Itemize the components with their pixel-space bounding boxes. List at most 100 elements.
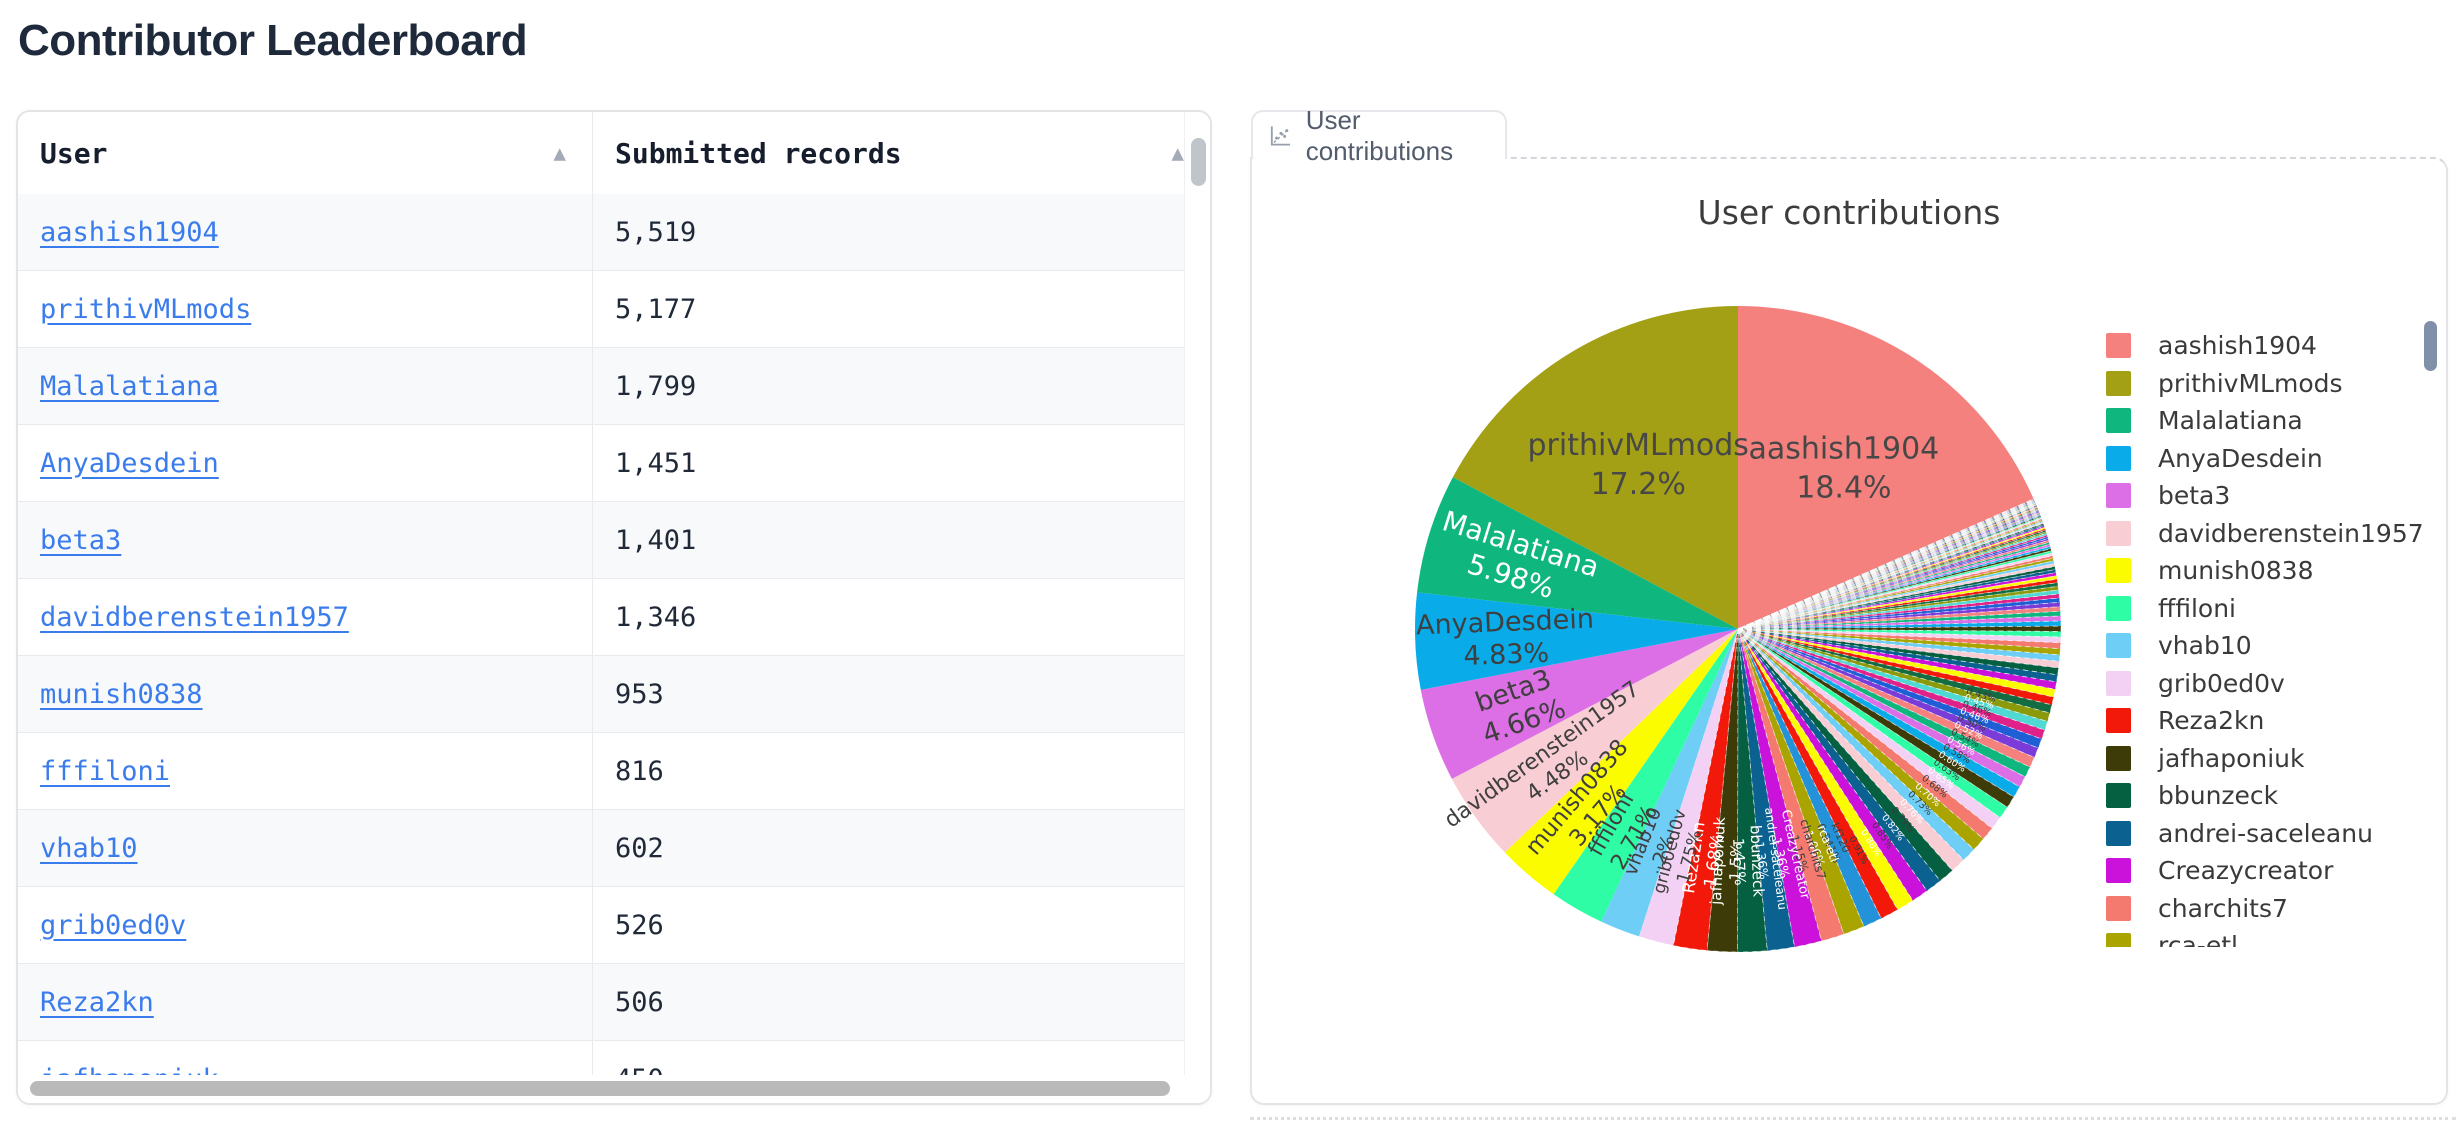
user-link[interactable]: Malalatiana xyxy=(40,371,219,402)
legend-swatch xyxy=(2106,595,2131,621)
legend-swatch xyxy=(2106,445,2131,471)
legend-swatch xyxy=(2106,483,2131,509)
table-row: munish0838 953 xyxy=(18,656,1210,733)
column-header-user[interactable]: User ▲ xyxy=(18,112,593,194)
legend-item: AnyaDesdein xyxy=(2106,440,2436,478)
legend-swatch xyxy=(2106,633,2131,659)
user-cell: munish0838 xyxy=(18,656,593,732)
legend-swatch xyxy=(2106,858,2131,884)
page-title: Contributor Leaderboard xyxy=(18,16,528,65)
legend-swatch xyxy=(2106,558,2131,584)
table-row: aashish1904 5,519 xyxy=(18,194,1210,271)
table-row: fffiloni 816 xyxy=(18,733,1210,810)
legend-item: jafhaponiuk xyxy=(2106,740,2436,778)
user-link[interactable]: grib0ed0v xyxy=(40,910,186,941)
legend-item: beta3 xyxy=(2106,477,2436,515)
records-cell: 1,451 xyxy=(615,447,697,479)
sort-asc-icon[interactable]: ▲ xyxy=(1171,141,1184,165)
legend-item: davidberenstein1957 xyxy=(2106,515,2436,553)
legend-swatch xyxy=(2106,745,2131,771)
legend-swatch xyxy=(2106,895,2131,921)
column-header-records[interactable]: Submitted records ▲ xyxy=(593,112,1210,194)
table-horizontal-scrollbar[interactable] xyxy=(18,1075,1210,1103)
legend-label: davidberenstein1957 xyxy=(2158,518,2424,548)
user-link[interactable]: munish0838 xyxy=(40,679,203,710)
legend-swatch xyxy=(2106,783,2131,809)
legend-swatch xyxy=(2106,708,2131,734)
legend-item: bbunzeck xyxy=(2106,777,2436,815)
user-link[interactable]: AnyaDesdein xyxy=(40,448,219,479)
legend-label: fffiloni xyxy=(2158,593,2237,623)
table-row: beta3 1,401 xyxy=(18,502,1210,579)
legend-item: prithivMLmods xyxy=(2106,365,2436,403)
tab-label: User contributions xyxy=(1305,104,1454,166)
table-row: davidberenstein1957 1,346 xyxy=(18,579,1210,656)
legend-swatch xyxy=(2106,333,2131,359)
user-cell: aashish1904 xyxy=(18,194,593,270)
table-row: grib0ed0v 526 xyxy=(18,887,1210,964)
user-cell: fffiloni xyxy=(18,733,593,809)
legend-label: Reza2kn xyxy=(2158,706,2265,736)
records-cell: 1,401 xyxy=(615,524,697,556)
column-header-user-label: User xyxy=(40,136,108,170)
scatter-plot-icon xyxy=(1270,126,1291,146)
legend-scrollbar-thumb[interactable] xyxy=(2424,321,2437,371)
user-link[interactable]: Reza2kn xyxy=(40,987,154,1018)
legend-label: vhab10 xyxy=(2158,631,2252,661)
user-link[interactable]: davidberenstein1957 xyxy=(40,602,349,633)
user-cell: davidberenstein1957 xyxy=(18,579,593,655)
section-divider xyxy=(1250,1117,2456,1120)
legend-item: Creazycreator xyxy=(2106,852,2436,890)
tab-user-contributions: User contributions xyxy=(1251,105,1507,166)
records-cell: 5,177 xyxy=(615,293,697,325)
legend-label: beta3 xyxy=(2158,481,2231,511)
legend-label: grib0ed0v xyxy=(2158,668,2285,698)
user-link[interactable]: prithivMLmods xyxy=(40,294,251,325)
user-link[interactable]: vhab10 xyxy=(40,833,138,864)
legend-item: aashish1904 xyxy=(2106,327,2436,365)
legend-item: rca-etl xyxy=(2106,927,2436,947)
legend-item: grib0ed0v xyxy=(2106,665,2436,703)
table-row: Reza2kn 506 xyxy=(18,964,1210,1041)
user-link[interactable]: fffiloni xyxy=(40,756,170,787)
user-link[interactable]: aashish1904 xyxy=(40,217,219,248)
sort-asc-icon[interactable]: ▲ xyxy=(553,141,566,165)
records-cell: 602 xyxy=(615,832,664,864)
legend-swatch xyxy=(2106,370,2131,396)
user-cell: Malalatiana xyxy=(18,348,593,424)
records-cell: 953 xyxy=(615,678,664,710)
table-row: vhab10 602 xyxy=(18,810,1210,887)
legend-item: andrei-saceleanu xyxy=(2106,815,2436,853)
legend-label: jafhaponiuk xyxy=(2158,743,2305,773)
table-body: aashish1904 5,519 prithivMLmods 5,177 Malala… xyxy=(18,194,1210,1103)
records-cell: 816 xyxy=(615,755,664,787)
legend-item: fffiloni xyxy=(2106,590,2436,628)
legend-item: Malalatiana xyxy=(2106,402,2436,440)
legend-label: prithivMLmods xyxy=(2158,368,2343,398)
table-row: Malalatiana 1,799 xyxy=(18,348,1210,425)
legend-label: charchits7 xyxy=(2158,893,2288,923)
legend-swatch xyxy=(2106,670,2131,696)
user-link[interactable]: beta3 xyxy=(40,525,121,556)
records-cell: 1,346 xyxy=(615,601,697,633)
table-vertical-scrollbar[interactable] xyxy=(1184,112,1210,1075)
chart-panel: User contributions aashish1904 18.4% 0.43%… xyxy=(1250,157,2448,1105)
legend-label: andrei-saceleanu xyxy=(2158,818,2373,848)
legend-swatch xyxy=(2106,408,2131,434)
user-cell: grib0ed0v xyxy=(18,887,593,963)
records-cell: 526 xyxy=(615,909,664,941)
legend-label: bbunzeck xyxy=(2158,781,2279,811)
legend-item: munish0838 xyxy=(2106,552,2436,590)
column-header-records-label: Submitted records xyxy=(615,136,902,170)
table-vertical-scrollbar-thumb[interactable] xyxy=(1191,138,1206,186)
legend-label: AnyaDesdein xyxy=(2158,443,2323,473)
records-cell: 1,799 xyxy=(615,370,697,402)
table-row: AnyaDesdein 1,451 xyxy=(18,425,1210,502)
user-cell: vhab10 xyxy=(18,810,593,886)
legend-item: Reza2kn xyxy=(2106,702,2436,740)
table-row: prithivMLmods 5,177 xyxy=(18,271,1210,348)
user-cell: prithivMLmods xyxy=(18,271,593,347)
user-cell: beta3 xyxy=(18,502,593,578)
legend-label: Creazycreator xyxy=(2158,856,2334,886)
table-horizontal-scrollbar-thumb[interactable] xyxy=(30,1081,1170,1096)
